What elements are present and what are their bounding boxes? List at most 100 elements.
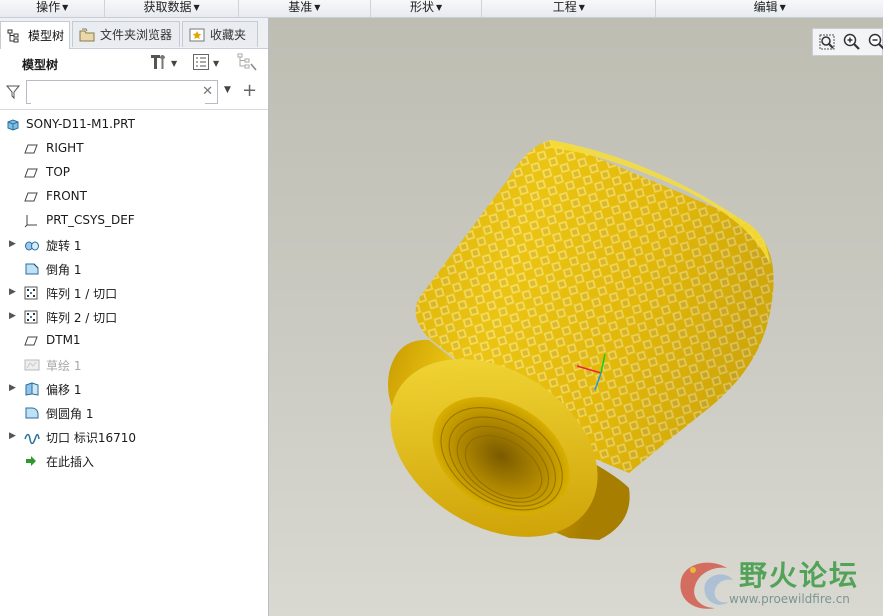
tree-item-label: 倒圆角 1 bbox=[46, 407, 94, 421]
chevron-down-icon: ▼ bbox=[314, 3, 321, 12]
tree-item-label: 切口 标识16710 bbox=[46, 431, 136, 445]
favorites-icon bbox=[189, 28, 205, 42]
tree-item[interactable]: RIGHT bbox=[0, 138, 268, 160]
expand-arrow-icon[interactable]: ▶ bbox=[9, 287, 16, 297]
pattern-icon bbox=[24, 286, 40, 300]
tools-icon bbox=[148, 52, 168, 75]
tree-item[interactable]: 草绘 1 bbox=[0, 354, 268, 376]
navigator-panel: 模型树 文件夹浏览器 收藏夹 模型树 ▼ ▼ ✕ ▼ + SONY-D11-M1… bbox=[0, 18, 269, 616]
ribbon-group-label: 获取数据 bbox=[143, 0, 192, 14]
tab-model-tree[interactable]: 模型树 bbox=[0, 21, 70, 49]
tree-item[interactable]: DTM1 bbox=[0, 330, 268, 352]
expand-arrow-icon[interactable]: ▶ bbox=[9, 431, 16, 441]
tab-folder-browser[interactable]: 文件夹浏览器 bbox=[72, 21, 180, 47]
tree-item-label: 旋转 1 bbox=[46, 239, 82, 253]
ribbon-group-datum[interactable]: 基准 ▼ bbox=[239, 0, 371, 17]
chevron-down-icon: ▼ bbox=[578, 3, 585, 12]
chevron-down-icon: ▼ bbox=[213, 58, 220, 68]
tree-item[interactable]: ▶ 切口 标识16710 bbox=[0, 426, 268, 448]
tree-item[interactable]: ▶ 阵列 1 / 切口 bbox=[0, 282, 268, 304]
expand-arrow-icon[interactable]: ▶ bbox=[9, 311, 16, 321]
ribbon-group-label: 基准 bbox=[288, 0, 313, 14]
tree-item-label: TOP bbox=[46, 165, 71, 179]
part-icon bbox=[6, 118, 22, 132]
chevron-down-icon[interactable]: ▼ bbox=[224, 85, 231, 95]
tree-item-label: RIGHT bbox=[46, 141, 84, 155]
search-input[interactable] bbox=[31, 82, 205, 104]
cut-icon bbox=[24, 430, 40, 445]
chevron-down-icon: ▼ bbox=[779, 3, 786, 12]
ribbon-group-editing[interactable]: 编辑 ▼ bbox=[656, 0, 883, 17]
tree-item[interactable]: ▶ 偏移 1 bbox=[0, 378, 268, 400]
ribbon-group-engineering[interactable]: 工程 ▼ bbox=[482, 0, 657, 17]
tree-item[interactable]: 倒圆角 1 bbox=[0, 402, 268, 424]
divider bbox=[0, 109, 268, 110]
graphics-viewport[interactable]: 野火论坛 www.proewildfire.cn bbox=[269, 18, 883, 616]
insert-here-arrow-icon bbox=[24, 454, 40, 468]
sketch-icon bbox=[24, 358, 40, 372]
funnel-icon[interactable] bbox=[5, 85, 21, 100]
folder-browser-icon bbox=[79, 28, 95, 42]
ribbon-group-label: 形状 bbox=[410, 0, 435, 14]
tree-item-label: FRONT bbox=[46, 189, 87, 203]
model-tree-icon bbox=[7, 29, 23, 43]
expand-arrow-icon[interactable]: ▶ bbox=[9, 239, 16, 249]
tree-item[interactable]: ▶ 旋转 1 bbox=[0, 234, 268, 256]
ribbon-group-operations[interactable]: 操作 ▼ bbox=[0, 0, 106, 17]
show-button[interactable]: ▼ bbox=[192, 53, 219, 73]
ribbon-group-label: 编辑 bbox=[753, 0, 778, 14]
chevron-down-icon: ▼ bbox=[436, 3, 443, 12]
revolve-icon bbox=[24, 238, 40, 252]
filter-row: ✕ ▼ + bbox=[0, 79, 268, 105]
navigator-tabs: 模型树 文件夹浏览器 收藏夹 bbox=[0, 18, 268, 49]
search-input-box: ✕ bbox=[26, 80, 218, 104]
chamfer-icon bbox=[24, 262, 40, 276]
round-icon bbox=[24, 406, 40, 420]
watermark-url: www.proewildfire.cn bbox=[729, 592, 850, 606]
ribbon-group-get-data[interactable]: 获取数据 ▼ bbox=[105, 0, 239, 17]
tree-item-label: 阵列 1 / 切口 bbox=[46, 287, 118, 301]
chevron-down-icon: ▼ bbox=[193, 3, 200, 12]
list-icon bbox=[192, 53, 210, 74]
model-tree-title: 模型树 bbox=[22, 58, 59, 72]
tree-filter-icon bbox=[236, 52, 258, 75]
chevron-down-icon: ▼ bbox=[171, 58, 178, 68]
tree-item-label: PRT_CSYS_DEF bbox=[46, 213, 135, 227]
coordinate-system-icon bbox=[24, 214, 40, 228]
tree-item-label: 偏移 1 bbox=[46, 383, 82, 397]
offset-icon bbox=[24, 382, 40, 396]
datum-plane-icon bbox=[24, 190, 40, 204]
tree-item-label: 草绘 1 bbox=[46, 359, 82, 373]
pattern-icon bbox=[24, 310, 40, 324]
expand-arrow-icon[interactable]: ▶ bbox=[9, 383, 16, 393]
tree-item[interactable]: TOP bbox=[0, 162, 268, 184]
tree-item-label: DTM1 bbox=[46, 333, 81, 347]
clear-icon[interactable]: ✕ bbox=[202, 84, 213, 99]
tree-item[interactable]: FRONT bbox=[0, 186, 268, 208]
knurled-nut-model[interactable] bbox=[269, 18, 883, 616]
datum-plane-icon bbox=[24, 166, 40, 180]
watermark-title: 野火论坛 bbox=[739, 559, 860, 592]
ribbon-group-label: 操作 bbox=[36, 0, 61, 14]
tree-item-label: 阵列 2 / 切口 bbox=[46, 311, 118, 325]
tree-item-label: 在此插入 bbox=[46, 455, 95, 469]
ribbon-group-bar: 操作 ▼ 获取数据 ▼ 基准 ▼ 形状 ▼ 工程 ▼ 编辑 ▼ bbox=[0, 0, 883, 18]
tab-favorites[interactable]: 收藏夹 bbox=[182, 21, 258, 47]
tree-item[interactable]: 倒角 1 bbox=[0, 258, 268, 280]
tree-root[interactable]: SONY-D11-M1.PRT bbox=[0, 114, 268, 136]
tab-label: 模型树 bbox=[28, 29, 65, 43]
ribbon-group-shapes[interactable]: 形状 ▼ bbox=[371, 0, 483, 17]
tree-item[interactable]: ▶ 阵列 2 / 切口 bbox=[0, 306, 268, 328]
datum-plane-icon bbox=[24, 142, 40, 156]
tree-root-label: SONY-D11-M1.PRT bbox=[26, 117, 135, 131]
tree-item[interactable]: PRT_CSYS_DEF bbox=[0, 210, 268, 232]
add-icon[interactable]: + bbox=[242, 80, 257, 101]
tree-item-label: 倒角 1 bbox=[46, 263, 82, 277]
tree-item[interactable]: 在此插入 bbox=[0, 450, 268, 472]
tab-label: 文件夹浏览器 bbox=[100, 28, 173, 42]
ribbon-group-label: 工程 bbox=[552, 0, 577, 14]
filter-tree-button[interactable] bbox=[236, 53, 258, 73]
settings-button[interactable]: ▼ bbox=[148, 53, 177, 73]
chevron-down-icon: ▼ bbox=[62, 3, 69, 12]
datum-plane-icon bbox=[24, 334, 40, 348]
